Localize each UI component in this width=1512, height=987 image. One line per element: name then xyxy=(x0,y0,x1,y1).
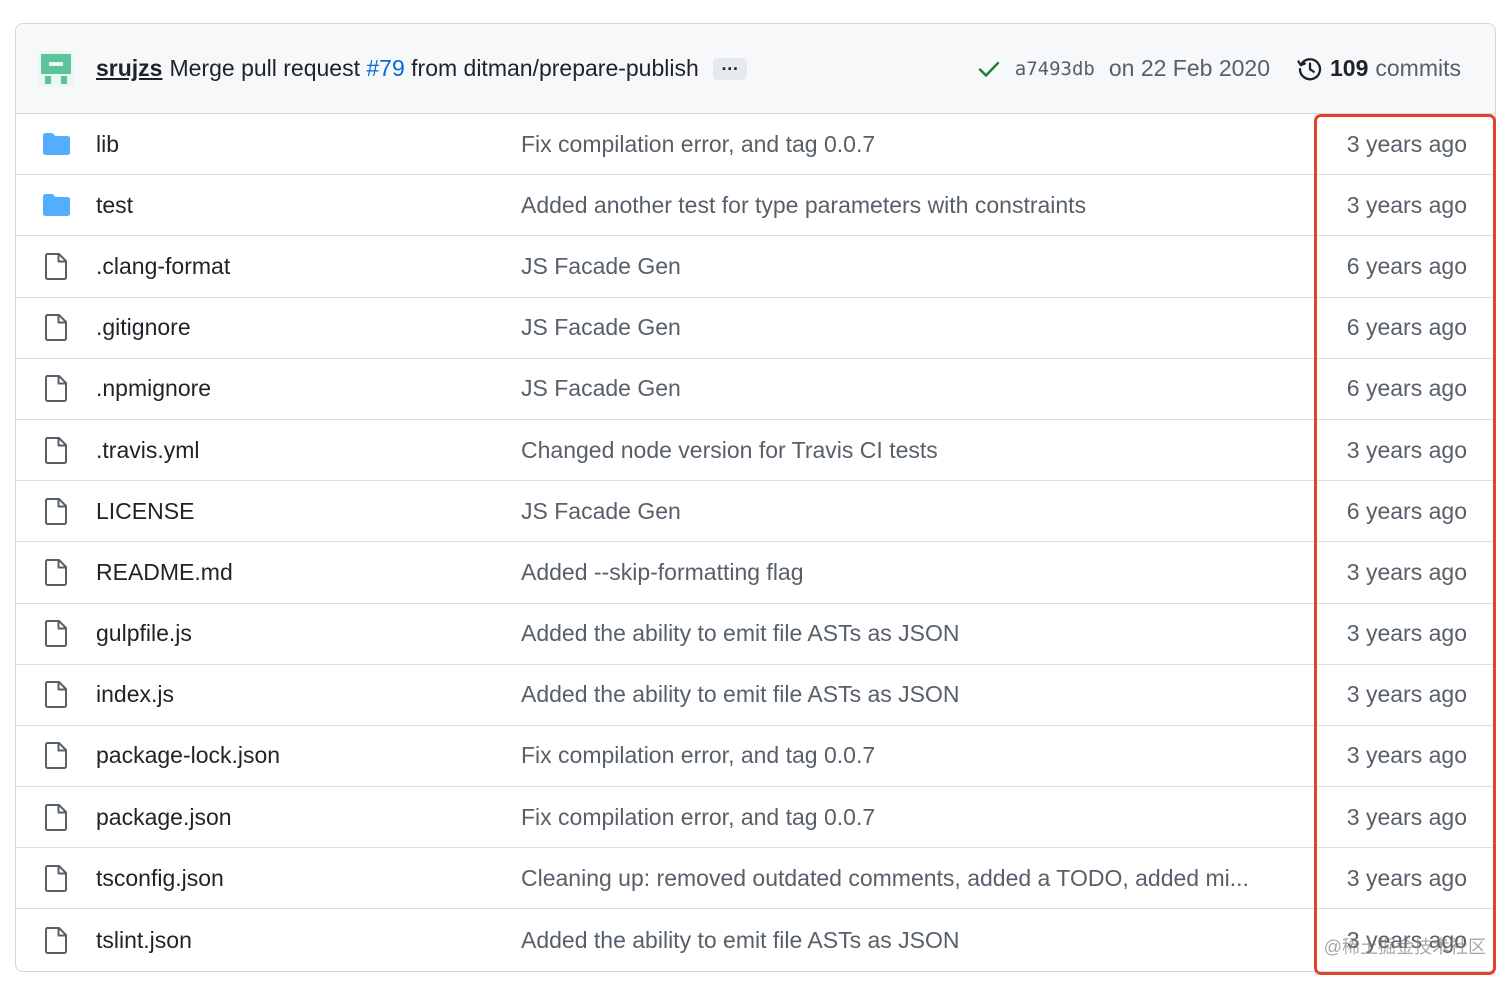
file-icon xyxy=(42,681,70,709)
file-commit-age: 3 years ago xyxy=(1346,191,1467,218)
file-commit-age: 6 years ago xyxy=(1346,314,1467,341)
file-icon xyxy=(42,436,70,464)
file-commit-message-link[interactable]: Added --skip-formatting flag xyxy=(521,559,1281,586)
check-icon[interactable] xyxy=(977,57,1001,81)
file-icon xyxy=(42,620,70,648)
file-row[interactable]: .clang-format JS Facade Gen 6 years ago xyxy=(16,236,1495,298)
file-commit-message-link[interactable]: JS Facade Gen xyxy=(521,253,1281,280)
file-commit-age: 3 years ago xyxy=(1346,926,1467,953)
file-name-link[interactable]: package.json xyxy=(96,804,232,831)
file-row[interactable]: README.md Added --skip-formatting flag 3 y… xyxy=(16,542,1495,604)
file-icon xyxy=(42,375,70,403)
file-icon xyxy=(42,926,70,954)
file-name-link[interactable]: tsconfig.json xyxy=(96,865,224,892)
file-commit-age: 3 years ago xyxy=(1346,620,1467,647)
file-row[interactable]: LICENSE JS Facade Gen 6 years ago xyxy=(16,481,1495,543)
file-commit-message-link[interactable]: Added another test for type parameters w… xyxy=(521,192,1281,219)
file-commit-message-link[interactable]: JS Facade Gen xyxy=(521,375,1281,402)
file-row[interactable]: .npmignore JS Facade Gen 6 years ago xyxy=(16,359,1495,420)
file-row[interactable]: .gitignore JS Facade Gen 6 years ago xyxy=(16,298,1495,359)
file-commit-message-link[interactable]: Added the ability to emit file ASTs as J… xyxy=(521,927,1281,954)
file-commit-age: 6 years ago xyxy=(1346,375,1467,402)
file-commit-message-link[interactable]: JS Facade Gen xyxy=(521,498,1281,525)
file-commit-message-link[interactable]: Added the ability to emit file ASTs as J… xyxy=(521,620,1281,647)
file-name-link[interactable]: .npmignore xyxy=(96,375,211,402)
file-icon xyxy=(42,558,70,586)
file-row[interactable]: tsconfig.json Cleaning up: removed outdat… xyxy=(16,848,1495,910)
commit-message-prefix[interactable]: Merge pull request xyxy=(169,55,360,81)
file-name-link[interactable]: test xyxy=(96,192,133,219)
file-commit-age: 3 years ago xyxy=(1346,864,1467,891)
file-name-link[interactable]: .travis.yml xyxy=(96,437,200,464)
commit-sha-link[interactable]: a7493db xyxy=(1015,58,1095,80)
folder-icon xyxy=(42,130,70,158)
file-commit-age: 3 years ago xyxy=(1346,558,1467,585)
file-commit-age: 3 years ago xyxy=(1346,681,1467,708)
commit-message-suffix[interactable]: from ditman/prepare-publish xyxy=(411,55,699,81)
file-row[interactable]: package.json Fix compilation error, and t… xyxy=(16,787,1495,849)
file-list: lib Fix compilation error, and tag 0.0.7 3… xyxy=(16,114,1495,971)
folder-icon xyxy=(42,191,70,219)
file-commit-message-link[interactable]: Fix compilation error, and tag 0.0.7 xyxy=(521,131,1281,158)
commit-message[interactable]: Merge pull request #79 from ditman/prepa… xyxy=(169,55,698,82)
file-icon xyxy=(42,742,70,770)
file-commit-message-link[interactable]: Cleaning up: removed outdated comments, … xyxy=(521,865,1281,892)
pull-request-link[interactable]: #79 xyxy=(366,55,404,81)
file-name-link[interactable]: .gitignore xyxy=(96,314,191,341)
file-name-link[interactable]: tslint.json xyxy=(96,927,192,954)
file-commit-message-link[interactable]: Changed node version for Travis CI tests xyxy=(521,437,1281,464)
file-row[interactable]: lib Fix compilation error, and tag 0.0.7 3… xyxy=(16,114,1495,176)
file-commit-age: 3 years ago xyxy=(1346,130,1467,157)
file-name-link[interactable]: .clang-format xyxy=(96,253,230,280)
commits-count[interactable]: 109 xyxy=(1330,55,1368,82)
file-commit-age: 6 years ago xyxy=(1346,252,1467,279)
file-name-link[interactable]: index.js xyxy=(96,681,174,708)
file-icon xyxy=(42,864,70,892)
file-icon xyxy=(42,252,70,280)
file-commit-age: 3 years ago xyxy=(1346,742,1467,769)
file-row[interactable]: index.js Added the ability to emit file A… xyxy=(16,665,1495,726)
file-row[interactable]: gulpfile.js Added the ability to emit fil… xyxy=(16,604,1495,665)
file-commit-message-link[interactable]: JS Facade Gen xyxy=(521,314,1281,341)
file-icon xyxy=(42,497,70,525)
file-row[interactable]: .travis.yml Changed node version for Trav… xyxy=(16,420,1495,482)
repo-file-browser: srujzs Merge pull request #79 from ditma… xyxy=(15,23,1496,972)
file-icon xyxy=(42,314,70,342)
commit-author-link[interactable]: srujzs xyxy=(96,55,162,82)
file-row[interactable]: tslint.json Added the ability to emit fil… xyxy=(16,909,1495,970)
file-commit-message-link[interactable]: Fix compilation error, and tag 0.0.7 xyxy=(521,804,1281,831)
latest-commit-bar: srujzs Merge pull request #79 from ditma… xyxy=(16,24,1495,114)
file-commit-message-link[interactable]: Fix compilation error, and tag 0.0.7 xyxy=(521,742,1281,769)
file-commit-age: 3 years ago xyxy=(1346,803,1467,830)
commits-label[interactable]: commits xyxy=(1375,55,1461,82)
author-avatar[interactable] xyxy=(38,50,74,87)
file-row[interactable]: package-lock.json Fix compilation error, … xyxy=(16,726,1495,788)
file-commit-age: 3 years ago xyxy=(1346,436,1467,463)
history-icon[interactable] xyxy=(1296,55,1324,83)
file-name-link[interactable]: gulpfile.js xyxy=(96,620,192,647)
file-name-link[interactable]: README.md xyxy=(96,559,233,586)
file-name-link[interactable]: package-lock.json xyxy=(96,742,280,769)
file-icon xyxy=(42,803,70,831)
file-commit-age: 6 years ago xyxy=(1346,497,1467,524)
file-commit-message-link[interactable]: Added the ability to emit file ASTs as J… xyxy=(521,681,1281,708)
file-row[interactable]: test Added another test for type paramete… xyxy=(16,175,1495,237)
commit-date: on 22 Feb 2020 xyxy=(1108,55,1270,81)
expand-commit-message-button[interactable]: … xyxy=(712,55,747,80)
file-name-link[interactable]: LICENSE xyxy=(96,498,194,525)
file-name-link[interactable]: lib xyxy=(96,131,119,158)
